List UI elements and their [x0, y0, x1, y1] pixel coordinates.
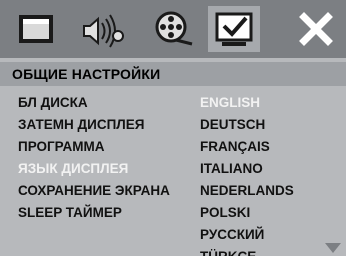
option-italiano[interactable]: ITALIANO	[200, 158, 294, 180]
tab-general-setup[interactable]	[10, 6, 62, 52]
settings-menu: БЛ ДИСКА ЗАТЕМН ДИСПЛЕЯ ПРОГРАММА ЯЗЫК Д…	[18, 92, 170, 224]
option-turkce[interactable]: TÜRKCE	[200, 246, 294, 256]
option-english[interactable]: ENGLISH	[200, 92, 294, 114]
checkmark-screen-icon	[215, 12, 253, 46]
menu-item-screen-saver[interactable]: СОХРАНЕНИЕ ЭКРАНА	[18, 180, 170, 202]
close-icon	[299, 12, 333, 46]
setup-menu: ОБЩИЕ НАСТРОЙКИ БЛ ДИСКА ЗАТЕМН ДИСПЛЕЯ …	[0, 0, 346, 256]
menu-item-program[interactable]: ПРОГРАММА	[18, 136, 170, 158]
option-russian[interactable]: РУССКИЙ	[200, 224, 294, 246]
tab-audio-setup[interactable]	[76, 6, 128, 52]
tab-preference[interactable]	[208, 6, 260, 52]
menu-item-osd-language[interactable]: ЯЗЫК ДИСПЛЕЯ	[18, 158, 170, 180]
tab-video-setup[interactable]	[146, 6, 198, 52]
option-nederlands[interactable]: NEDERLANDS	[200, 180, 294, 202]
menu-item-disc-lock[interactable]: БЛ ДИСКА	[18, 92, 170, 114]
video-reel-icon	[155, 11, 193, 46]
speaker-icon	[83, 14, 124, 48]
menu-item-display-dim[interactable]: ЗАТЕМН ДИСПЛЕЯ	[18, 114, 170, 136]
option-deutsch[interactable]: DEUTSCH	[200, 114, 294, 136]
menu-item-sleep-timer[interactable]: SLEEP ТАЙМЕР	[18, 202, 170, 224]
monitor-icon	[19, 15, 53, 43]
option-polski[interactable]: POLSKI	[200, 202, 294, 224]
scroll-down-arrow-icon[interactable]	[325, 243, 341, 253]
setup-tab-bar	[0, 0, 346, 58]
tab-exit[interactable]	[290, 6, 342, 52]
section-title: ОБЩИЕ НАСТРОЙКИ	[0, 62, 346, 86]
language-options: ENGLISH DEUTSCH FRANÇAIS ITALIANO NEDERL…	[200, 92, 294, 256]
option-francais[interactable]: FRANÇAIS	[200, 136, 294, 158]
